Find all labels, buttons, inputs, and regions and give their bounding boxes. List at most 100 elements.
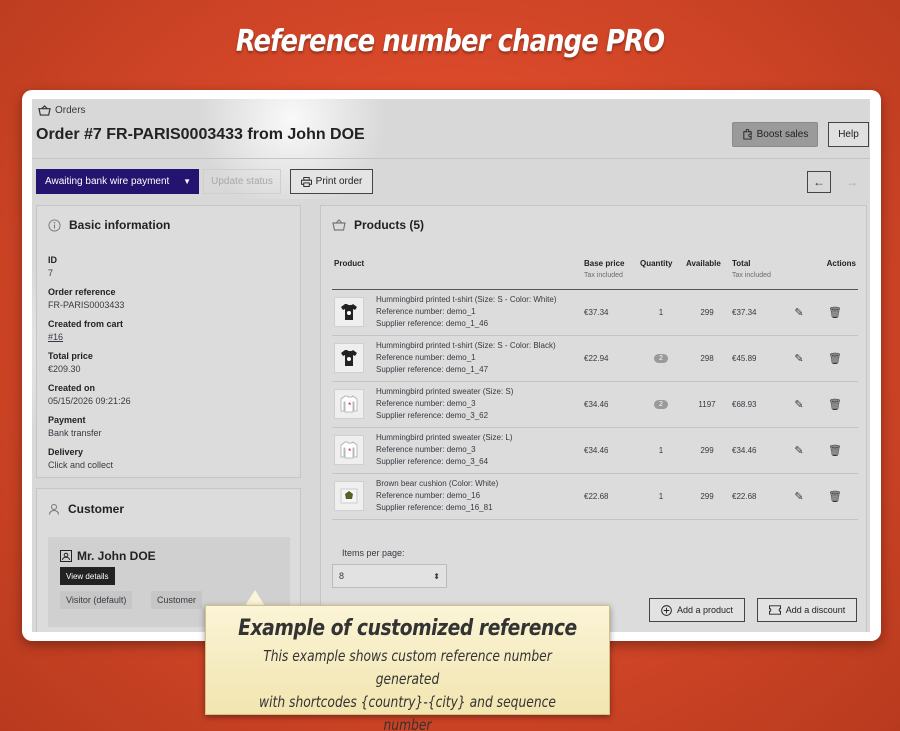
total: €68.93 [730, 381, 788, 428]
contact-card-icon [60, 550, 72, 562]
quantity: 1 [638, 289, 684, 336]
product-thumbnail[interactable] [334, 481, 364, 511]
quantity: 1 [638, 473, 684, 520]
products-title: Products (5) [332, 218, 424, 232]
tag-visitor: Visitor (default) [60, 591, 133, 609]
col-actions: Actions [788, 256, 858, 290]
order-prefix: Order [36, 126, 80, 143]
callout-box: Example of customized reference This exa… [205, 605, 610, 731]
reference-number: Reference number: demo_16 [376, 491, 481, 500]
cushion-icon [340, 488, 358, 504]
table-row: Hummingbird printed t-shirt (Size: S - C… [332, 335, 858, 382]
delete-trash-icon[interactable]: 🗑 [826, 398, 844, 411]
items-per-page-label: Items per page: [342, 548, 405, 558]
order-status-select[interactable]: Awaiting bank wire payment ▼ [36, 169, 199, 194]
previous-order-button[interactable]: ← [807, 171, 831, 193]
items-per-page-value: 8 [339, 571, 345, 581]
admin-screen: Orders Order #7 FR-PARIS0003433 from Joh… [32, 99, 870, 632]
print-order-button[interactable]: Print order [290, 169, 373, 194]
quantity-badge: 2 [654, 400, 668, 409]
info-cart: Created from cart #16 [48, 319, 131, 342]
view-details-button[interactable]: View details [60, 567, 115, 585]
delete-trash-icon[interactable]: 🗑 [826, 352, 844, 365]
basic-info-card: Basic information ID 7 Order reference F… [36, 205, 301, 478]
available: 299 [684, 473, 730, 520]
total: €22.68 [730, 473, 788, 520]
products-card: Products (5) Product Base price Tax inclu… [320, 205, 867, 632]
supplier-reference: Supplier reference: demo_3_64 [376, 457, 489, 466]
order-reference: FR-PARIS0003433 [106, 126, 243, 143]
product-name[interactable]: Hummingbird printed sweater (Size: S) [376, 386, 580, 398]
add-discount-label: Add a discount [785, 605, 846, 615]
info-delivery: Delivery Click and collect [48, 447, 114, 470]
product-name[interactable]: Hummingbird printed t-shirt (Size: S - C… [376, 340, 580, 352]
customer-name: Mr. John DOE [60, 549, 156, 563]
table-row: Hummingbird printed t-shirt (Size: S - C… [332, 289, 858, 336]
product-name[interactable]: Brown bear cushion (Color: White) [376, 478, 580, 490]
add-discount-button[interactable]: Add a discount [757, 598, 857, 622]
print-order-label: Print order [315, 176, 363, 187]
table-header: Product Base price Tax included Quantity … [332, 256, 858, 290]
table-row: Hummingbird printed sweater (Size: L) Ref… [332, 427, 858, 474]
ticket-icon [768, 605, 781, 615]
basic-info-fields: ID 7 Order reference FR-PARIS0003433 Cre… [48, 255, 131, 479]
cart-link[interactable]: #16 [48, 332, 131, 342]
add-product-button[interactable]: Add a product [649, 598, 745, 622]
base-price: €37.34 [582, 289, 638, 336]
base-price: €34.46 [582, 427, 638, 474]
callout-line-1: This example shows custom reference numb… [263, 647, 552, 688]
supplier-reference: Supplier reference: demo_16_81 [376, 503, 493, 512]
header-divider [32, 158, 870, 159]
edit-pencil-icon[interactable]: ✎ [790, 444, 808, 457]
update-status-button[interactable]: Update status [203, 169, 281, 194]
col-base-price: Base price Tax included [582, 256, 638, 290]
total: €37.34 [730, 289, 788, 336]
status-value: Awaiting bank wire payment [45, 176, 170, 187]
product-thumbnail[interactable] [334, 389, 364, 419]
product-thumbnail[interactable] [334, 297, 364, 327]
next-order-button[interactable]: → [844, 171, 860, 193]
tshirt-icon [341, 350, 357, 366]
total: €34.46 [730, 427, 788, 474]
plus-circle-icon [661, 604, 672, 616]
promo-title: Reference number change PRO [235, 24, 665, 59]
quantity: 1 [638, 427, 684, 474]
arrow-left-icon: ← [813, 175, 825, 189]
edit-pencil-icon[interactable]: ✎ [790, 398, 808, 411]
user-icon [49, 504, 59, 515]
product-thumbnail[interactable] [334, 343, 364, 373]
help-button[interactable]: Help [828, 122, 869, 147]
items-per-page-select[interactable]: 8 ⬍ [332, 564, 447, 588]
edit-pencil-icon[interactable]: ✎ [790, 352, 808, 365]
available: 299 [684, 427, 730, 474]
info-created-on: Created on 05/15/2026 09:21:26 [48, 383, 131, 406]
delete-trash-icon[interactable]: 🗑 [826, 490, 844, 503]
available: 298 [684, 335, 730, 382]
boost-sales-label: Boost sales [756, 129, 809, 140]
sweater-icon [340, 441, 358, 459]
supplier-reference: Supplier reference: demo_3_62 [376, 411, 489, 420]
products-title-text: Products (5) [354, 218, 425, 232]
sweater-icon [340, 395, 358, 413]
tag-customer: Customer [151, 591, 203, 609]
product-name[interactable]: Hummingbird printed sweater (Size: L) [376, 432, 580, 444]
add-product-label: Add a product [676, 605, 734, 615]
boost-sales-button[interactable]: Boost sales [732, 122, 818, 147]
edit-pencil-icon[interactable]: ✎ [790, 490, 808, 503]
product-thumbnail[interactable] [334, 435, 364, 465]
delete-trash-icon[interactable]: 🗑 [826, 444, 844, 457]
tshirt-icon [341, 304, 357, 320]
table-row: Hummingbird printed sweater (Size: S) Ref… [332, 381, 858, 428]
breadcrumb[interactable]: Orders [38, 105, 86, 116]
product-name[interactable]: Hummingbird printed t-shirt (Size: S - C… [376, 294, 580, 306]
customer-name-text: Mr. John DOE [77, 549, 156, 563]
reference-number: Reference number: demo_3 [376, 399, 476, 408]
edit-pencil-icon[interactable]: ✎ [790, 306, 808, 319]
table-row: Brown bear cushion (Color: White) Referen… [332, 473, 858, 520]
basic-info-title-text: Basic information [69, 218, 171, 232]
page-title: Order #7 FR-PARIS0003433 from John DOE [36, 126, 365, 144]
base-price: €34.46 [582, 381, 638, 428]
breadcrumb-orders[interactable]: Orders [55, 105, 86, 116]
delete-trash-icon[interactable]: 🗑 [826, 306, 844, 319]
info-payment: Payment Bank transfer [48, 415, 102, 438]
